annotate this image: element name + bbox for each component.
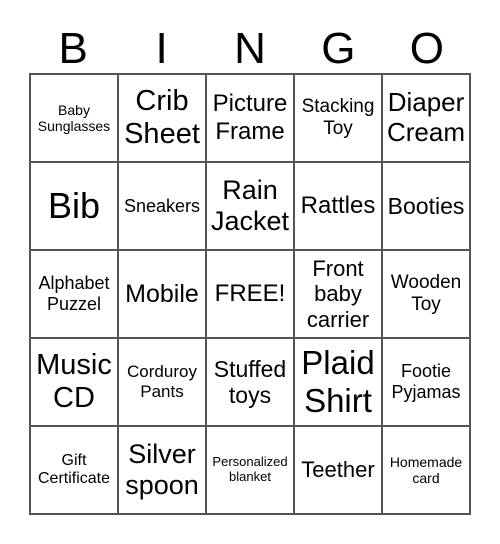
bingo-cell-label: Mobile bbox=[125, 279, 199, 308]
bingo-header: B I N G O bbox=[29, 26, 471, 72]
bingo-cell-label: Baby Sunglasses bbox=[37, 101, 111, 134]
bingo-grid: Baby Sunglasses Crib Sheet Picture Frame St… bbox=[29, 73, 471, 515]
bingo-cell-label: Booties bbox=[387, 192, 465, 219]
bingo-cell[interactable]: Wooden Toy bbox=[382, 250, 470, 338]
bingo-cell-label: Crib Sheet bbox=[124, 84, 200, 150]
bingo-cell-label: Alphabet Puzzel bbox=[38, 273, 110, 314]
bingo-cell[interactable]: Baby Sunglasses bbox=[30, 74, 118, 162]
bingo-cell-label: Wooden Toy bbox=[390, 272, 462, 315]
bingo-cell-label: Silver spoon bbox=[125, 438, 199, 500]
bingo-cell-label: Front baby carrier bbox=[306, 256, 370, 332]
bingo-cell-label: Teether bbox=[301, 457, 375, 483]
bingo-cell-label: Diaper Cream bbox=[386, 87, 465, 147]
header-letter-o: O bbox=[409, 24, 444, 73]
bingo-cell[interactable]: Plaid Shirt bbox=[294, 338, 382, 426]
bingo-cell[interactable]: Personalized blanket bbox=[206, 426, 294, 514]
bingo-cell[interactable]: Crib Sheet bbox=[118, 74, 206, 162]
bingo-cell[interactable]: Homemade card bbox=[382, 426, 470, 514]
bingo-cell[interactable]: Mobile bbox=[118, 250, 206, 338]
bingo-cell-label: Homemade card bbox=[389, 453, 463, 486]
bingo-cell-label: Bib bbox=[47, 185, 101, 227]
bingo-cell[interactable]: Music CD bbox=[30, 338, 118, 426]
bingo-cell[interactable]: Corduroy Pants bbox=[118, 338, 206, 426]
header-letter-i: I bbox=[155, 24, 168, 73]
header-letter-b: B bbox=[58, 24, 88, 73]
bingo-cell[interactable]: Teether bbox=[294, 426, 382, 514]
bingo-cell-label: Stuffed toys bbox=[213, 355, 287, 408]
bingo-cell-label: Personalized blanket bbox=[212, 454, 288, 484]
bingo-cell[interactable]: Silver spoon bbox=[118, 426, 206, 514]
bingo-cell-label: Plaid Shirt bbox=[301, 344, 375, 419]
bingo-cell-label: Sneakers bbox=[123, 195, 201, 216]
bingo-cell-label: Gift Certificate bbox=[37, 451, 111, 487]
bingo-cell[interactable]: Bib bbox=[30, 162, 118, 250]
header-letter-n: N bbox=[234, 24, 266, 73]
bingo-cell[interactable]: Stacking Toy bbox=[294, 74, 382, 162]
bingo-cell[interactable]: Gift Certificate bbox=[30, 426, 118, 514]
bingo-cell[interactable]: Rattles bbox=[294, 162, 382, 250]
bingo-cell[interactable]: Picture Frame bbox=[206, 74, 294, 162]
bingo-cell[interactable]: Front baby carrier bbox=[294, 250, 382, 338]
bingo-cell-label: FREE! bbox=[214, 280, 286, 308]
bingo-cell[interactable]: Booties bbox=[382, 162, 470, 250]
header-letter-g: G bbox=[321, 24, 356, 73]
bingo-cell-label: Corduroy Pants bbox=[127, 362, 197, 401]
bingo-cell-label: Picture Frame bbox=[212, 90, 288, 145]
bingo-cell[interactable]: Footie Pyjamas bbox=[382, 338, 470, 426]
bingo-cell-label: Rain Jacket bbox=[210, 174, 290, 236]
bingo-cell-label: Music CD bbox=[36, 348, 112, 414]
bingo-cell[interactable]: Stuffed toys bbox=[206, 338, 294, 426]
bingo-cell[interactable]: Alphabet Puzzel bbox=[30, 250, 118, 338]
bingo-cell-label: Footie Pyjamas bbox=[391, 361, 461, 402]
bingo-cell[interactable]: Sneakers bbox=[118, 162, 206, 250]
bingo-cell[interactable]: Diaper Cream bbox=[382, 74, 470, 162]
bingo-cell[interactable]: FREE! bbox=[206, 250, 294, 338]
bingo-cell-label: Rattles bbox=[300, 192, 376, 220]
bingo-cell[interactable]: Rain Jacket bbox=[206, 162, 294, 250]
bingo-cell-label: Stacking Toy bbox=[301, 96, 375, 139]
